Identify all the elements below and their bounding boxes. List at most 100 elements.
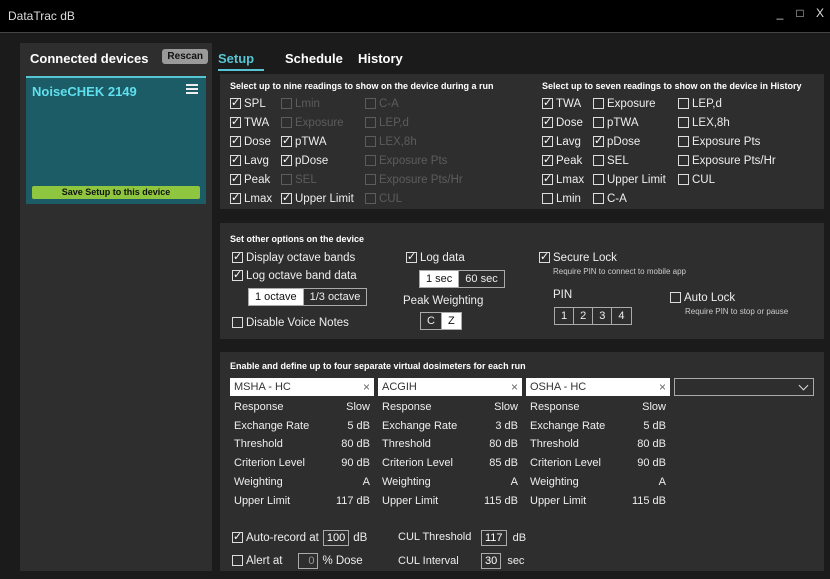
disable-voice-checkbox[interactable]: Disable Voice Notes: [232, 315, 349, 330]
auto-lock-checkbox[interactable]: Auto Lock: [670, 290, 735, 305]
dosimeter-name-input[interactable]: ACGIH ×: [378, 378, 522, 396]
dosimeter-param-value: 85 dB: [489, 457, 518, 470]
maximize-button[interactable]: □: [792, 6, 808, 20]
reading-checkbox[interactable]: Lavg: [230, 153, 269, 168]
tab-schedule[interactable]: Schedule: [285, 48, 343, 69]
checkbox-label: LEX,8h: [379, 135, 417, 148]
display-octave-checkbox[interactable]: Display octave bands: [232, 250, 355, 265]
reading-checkbox[interactable]: Upper Limit: [281, 191, 354, 206]
checkbox-box: [670, 292, 681, 303]
auto-record-checkbox[interactable]: Auto-record at 100 dB: [232, 529, 367, 546]
reading-checkbox[interactable]: LEP,d: [678, 96, 722, 111]
alert-checkbox[interactable]: Alert at 0 % Dose: [232, 552, 363, 569]
log-data-checkbox[interactable]: Log data: [406, 250, 465, 265]
checkbox-box: [539, 250, 550, 263]
tab-setup[interactable]: Setup: [218, 48, 254, 69]
reading-checkbox[interactable]: Upper Limit: [593, 172, 666, 187]
clear-icon[interactable]: ×: [363, 378, 370, 396]
reading-checkbox: SEL: [281, 172, 317, 187]
reading-checkbox[interactable]: Lmin: [542, 191, 581, 206]
active-tab-indicator: [218, 69, 264, 71]
checkbox-label: Lavg: [244, 154, 269, 167]
peak-c-option[interactable]: C: [421, 313, 441, 329]
hamburger-menu-icon[interactable]: [186, 84, 198, 94]
peak-z-option[interactable]: Z: [440, 313, 461, 329]
checkbox-box: [542, 172, 553, 185]
clear-icon[interactable]: ×: [659, 378, 666, 396]
reading-checkbox[interactable]: Dose: [230, 134, 271, 149]
peak-weighting-selector[interactable]: C Z: [420, 312, 462, 330]
reading-checkbox[interactable]: pDose: [593, 134, 640, 149]
clear-icon[interactable]: ×: [511, 378, 518, 396]
checkbox-label: Peak: [556, 154, 583, 167]
dosimeter-param-value: Slow: [494, 401, 518, 413]
minimize-button[interactable]: _: [772, 6, 788, 20]
checkbox-box: [281, 134, 292, 147]
reading-checkbox[interactable]: Lavg: [542, 134, 581, 149]
pin-digit[interactable]: 4: [611, 308, 630, 324]
reading-checkbox[interactable]: C-A: [593, 191, 627, 206]
cul-interval-group: 30 sec: [481, 553, 524, 569]
reading-checkbox[interactable]: pDose: [281, 153, 328, 168]
reading-checkbox: Exposure Pts: [365, 153, 447, 168]
rescan-button[interactable]: Rescan: [162, 49, 208, 64]
checkbox-box: [406, 250, 417, 263]
cul-threshold-input[interactable]: 117: [481, 530, 507, 546]
reading-checkbox[interactable]: SEL: [593, 153, 629, 168]
device-card[interactable]: NoiseCHEK 2149 Save Setup to this device: [26, 76, 206, 204]
reading-checkbox[interactable]: LEX,8h: [678, 115, 730, 130]
checkbox-label: Lmin: [295, 97, 320, 110]
save-setup-button[interactable]: Save Setup to this device: [32, 186, 200, 199]
checkbox-box: [542, 193, 553, 204]
reading-checkbox[interactable]: Exposure: [593, 96, 656, 111]
octave-3-option[interactable]: 1/3 octave: [302, 289, 367, 305]
reading-checkbox[interactable]: SPL: [230, 96, 266, 111]
reading-checkbox[interactable]: Dose: [542, 115, 583, 130]
reading-checkbox[interactable]: Peak: [542, 153, 582, 168]
close-button[interactable]: X: [812, 6, 828, 20]
reading-checkbox[interactable]: pTWA: [281, 134, 327, 149]
pin-digit[interactable]: 2: [573, 308, 592, 324]
checkbox-box: [542, 153, 553, 166]
pin-digit[interactable]: 3: [592, 308, 611, 324]
reading-checkbox[interactable]: TWA: [230, 115, 269, 130]
checkbox-label: Dose: [244, 135, 271, 148]
dosimeter-name-input[interactable]: MSHA - HC ×: [230, 378, 374, 396]
interval-60-option[interactable]: 60 sec: [458, 271, 503, 287]
reading-checkbox[interactable]: Lmax: [542, 172, 584, 187]
reading-checkbox[interactable]: pTWA: [593, 115, 639, 130]
tab-history[interactable]: History: [358, 48, 403, 69]
secure-lock-checkbox[interactable]: Secure Lock: [539, 250, 617, 265]
checkbox-box: [593, 174, 604, 185]
auto-record-input[interactable]: 100: [322, 529, 350, 546]
interval-1-option[interactable]: 1 sec: [420, 271, 459, 287]
checkbox-box: [230, 96, 241, 109]
alert-input[interactable]: 0: [298, 552, 319, 569]
dosimeter-4-select[interactable]: [674, 378, 814, 396]
checkbox-label: Auto-record at: [246, 531, 319, 544]
octave-selector[interactable]: 1 octave 1/3 octave: [248, 288, 368, 306]
checkbox-label: CUL: [692, 173, 716, 186]
pin-boxes[interactable]: 1 2 3 4: [554, 307, 632, 325]
dosimeter-param-value: 117 dB: [335, 494, 370, 507]
checkbox-label: Lmax: [556, 173, 585, 186]
reading-checkbox[interactable]: CUL: [678, 172, 715, 187]
cul-interval-input[interactable]: 30: [481, 553, 502, 569]
octave-1-option[interactable]: 1 octave: [249, 289, 303, 305]
reading-checkbox[interactable]: Peak: [230, 172, 270, 187]
dosimeter-param-value: A: [658, 475, 666, 488]
checkbox-label: Log data: [420, 251, 465, 264]
dosimeter-param-label: Upper Limit: [234, 494, 291, 507]
reading-checkbox[interactable]: TWA: [542, 96, 581, 111]
checkbox-box: [230, 153, 241, 166]
log-octave-checkbox[interactable]: Log octave band data: [232, 268, 357, 283]
reading-checkbox: LEX,8h: [365, 134, 417, 149]
log-interval-selector[interactable]: 1 sec 60 sec: [419, 270, 505, 288]
dosimeter-name-input[interactable]: OSHA - HC ×: [526, 378, 670, 396]
pin-digit[interactable]: 1: [555, 308, 573, 324]
reading-checkbox[interactable]: Exposure Pts/Hr: [678, 153, 776, 168]
reading-checkbox[interactable]: Lmax: [230, 191, 272, 206]
checkbox-label: C-A: [607, 192, 627, 205]
reading-checkbox[interactable]: Exposure Pts: [678, 134, 760, 149]
dosimeters-panel: Enable and define up to four separate vi…: [220, 352, 824, 571]
